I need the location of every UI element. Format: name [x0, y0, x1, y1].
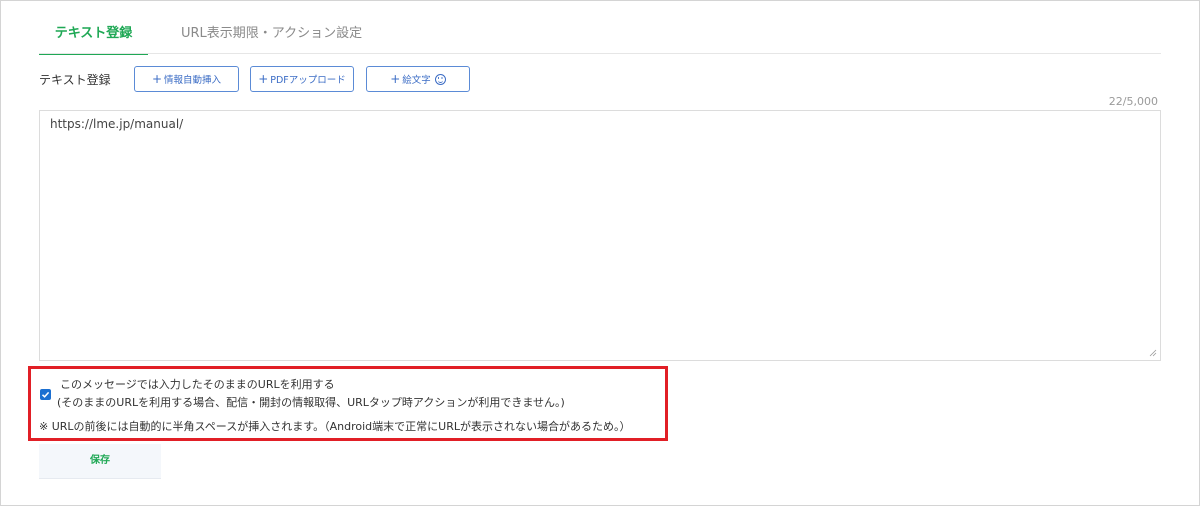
plus-icon: + [258, 72, 269, 86]
pdf-upload-label: PDFアップロード [270, 75, 346, 86]
save-button[interactable]: 保存 [39, 444, 161, 479]
insert-info-label: 情報自動挿入 [164, 75, 222, 86]
use-url-as-is-note: (そのままのURLを利用する場合、配信・開封の情報取得、URLタップ時アクション… [57, 396, 565, 409]
pdf-upload-button[interactable]: + PDFアップロード [250, 66, 354, 92]
message-textarea[interactable]: https://lme.jp/manual/ [39, 110, 1161, 361]
use-url-as-is-checkbox[interactable] [40, 389, 51, 400]
emoji-button[interactable]: + 絵文字 [366, 66, 470, 92]
tab-url-settings[interactable]: URL表示期限・アクション設定 [181, 23, 362, 53]
textarea-value: https://lme.jp/manual/ [50, 117, 184, 131]
resize-handle-icon[interactable] [1149, 349, 1157, 357]
tab-divider [39, 53, 1161, 54]
checkmark-icon [41, 391, 50, 398]
emoji-label: 絵文字 [402, 75, 431, 86]
plus-icon: + [390, 72, 401, 86]
use-url-as-is-label: このメッセージでは入力したそのままのURLを利用する [60, 378, 335, 391]
plus-icon: + [151, 72, 163, 86]
tab-text-registration[interactable]: テキスト登録 [39, 23, 148, 55]
editor-panel: テキスト登録 URL表示期限・アクション設定 テキスト登録 + 情報自動挿入 + P… [0, 0, 1200, 506]
field-label: テキスト登録 [39, 73, 111, 87]
insert-info-button[interactable]: + 情報自動挿入 [134, 66, 239, 92]
space-insertion-note: ※ URLの前後には自動的に半角スペースが挿入されます。（Android端末で正… [39, 420, 631, 433]
char-counter: 22/5,000 [1108, 95, 1158, 108]
smiley-icon [434, 74, 446, 85]
